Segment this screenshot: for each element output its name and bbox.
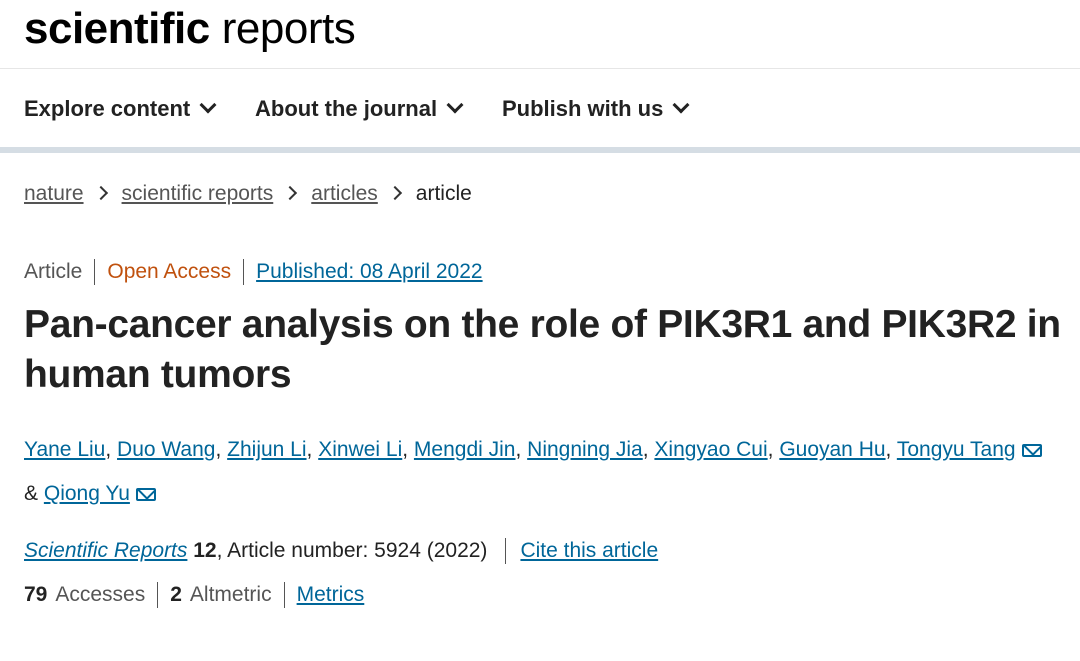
metrics-bar: 79 Accesses 2 Altmetric Metrics (24, 581, 364, 609)
nav-about-journal[interactable]: About the journal (255, 95, 464, 123)
author-link[interactable]: Zhijun Li (227, 438, 306, 461)
accesses-count: 79 (24, 583, 48, 606)
citation-line: Scientific Reports 12, Article number: 5… (24, 537, 658, 565)
breadcrumb-articles[interactable]: articles (311, 182, 378, 205)
open-access-label: Open Access (107, 260, 232, 283)
author-link[interactable]: Duo Wang (117, 438, 215, 461)
author-list: Yane Liu, Duo Wang, Zhijun Li, Xinwei Li… (24, 428, 1054, 516)
envelope-icon[interactable] (135, 488, 156, 501)
main-nav: Explore content About the journal Publis… (0, 69, 1080, 153)
author-link[interactable]: Yane Liu (24, 438, 105, 461)
published-date-link[interactable]: Published: 08 April 2022 (256, 260, 483, 283)
nav-publish-with-us[interactable]: Publish with us (502, 95, 690, 123)
logo-bold: scientific (24, 4, 210, 53)
accesses-label: Accesses (55, 583, 146, 606)
breadcrumb: nature scientific reports articles article (24, 180, 472, 208)
author-link[interactable]: Xingyao Cui (654, 438, 767, 461)
author-link[interactable]: Tongyu Tang (897, 438, 1016, 461)
author-link[interactable]: Mengdi Jin (414, 438, 516, 461)
envelope-icon[interactable] (1021, 444, 1042, 457)
article-meta: Article Open Access Published: 08 April 20… (24, 258, 483, 286)
author-link[interactable]: Guoyan Hu (779, 438, 885, 461)
metrics-link[interactable]: Metrics (297, 583, 365, 606)
author-joiner: & (24, 482, 39, 505)
site-logo[interactable]: scientific reports (24, 4, 356, 54)
article-type: Article (24, 260, 83, 283)
chevron-right-icon (387, 185, 402, 201)
nav-label: Publish with us (502, 96, 664, 121)
divider (243, 259, 245, 286)
breadcrumb-nature[interactable]: nature (24, 182, 84, 205)
chevron-right-icon (93, 185, 108, 201)
author-link[interactable]: Ningning Jia (527, 438, 643, 461)
author-link[interactable]: Xinwei Li (318, 438, 402, 461)
divider (94, 259, 96, 286)
cite-this-article-link[interactable]: Cite this article (520, 539, 658, 562)
chevron-down-icon (446, 96, 464, 114)
divider (157, 582, 159, 609)
breadcrumb-scientific-reports[interactable]: scientific reports (122, 182, 274, 205)
divider (283, 582, 285, 609)
nav-explore-content[interactable]: Explore content (24, 95, 217, 123)
altmetric-label: Altmetric (189, 583, 272, 606)
nav-label: Explore content (24, 96, 191, 121)
site-header: scientific reports (0, 0, 1080, 69)
divider (505, 538, 507, 565)
breadcrumb-current: article (415, 182, 472, 205)
author-link[interactable]: Qiong Yu (44, 482, 130, 505)
volume: 12 (193, 539, 217, 562)
article-number: , Article number: 5924 (2022) (216, 539, 488, 562)
article-title: Pan-cancer analysis on the role of PIK3R… (24, 303, 1061, 396)
chevron-down-icon (672, 96, 690, 114)
nav-label: About the journal (255, 96, 438, 121)
chevron-right-icon (283, 185, 298, 201)
journal-link[interactable]: Scientific Reports (24, 539, 187, 562)
chevron-down-icon (199, 96, 217, 114)
altmetric-count: 2 (170, 583, 182, 606)
logo-regular: reports (221, 4, 356, 53)
